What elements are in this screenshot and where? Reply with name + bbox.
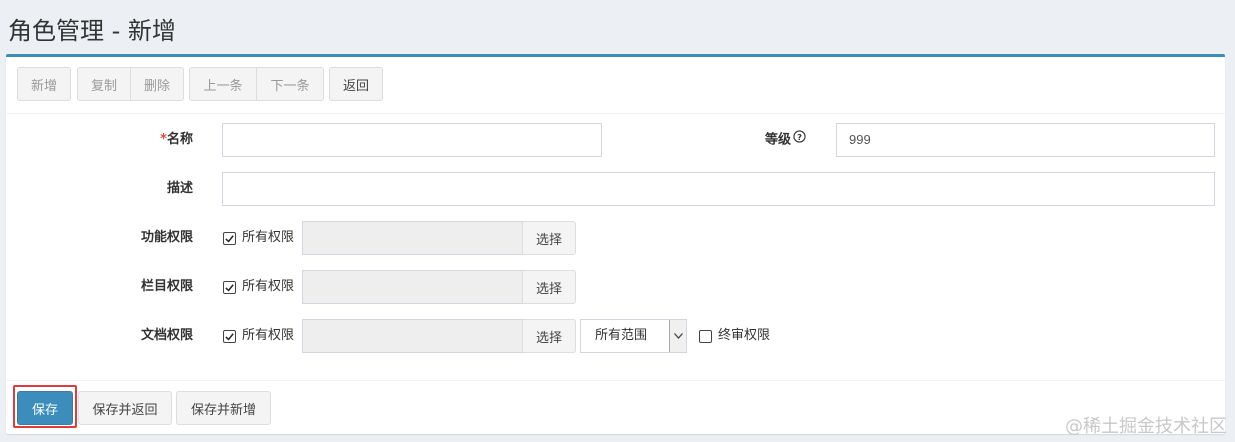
watermark: @稀土掘金技术社区: [1065, 416, 1227, 437]
final-review-label: 终审权限: [718, 328, 771, 343]
check-icon: [225, 333, 234, 341]
column-permission-label: 栏目权限: [140, 279, 193, 294]
chevron-down-icon: [669, 320, 686, 352]
column-all-permission-checkbox[interactable]: [223, 281, 236, 294]
description-label: 描述: [166, 181, 193, 196]
save-button[interactable]: 保存: [17, 391, 73, 425]
save-and-new-button[interactable]: 保存并新增: [176, 391, 271, 425]
function-all-permission-label: 所有权限: [242, 230, 295, 245]
page-title: 角色管理 - 新增: [8, 17, 176, 45]
new-button[interactable]: 新增: [17, 67, 71, 101]
document-all-permission-label: 所有权限: [242, 328, 295, 343]
document-all-permission-checkbox[interactable]: [223, 330, 236, 343]
delete-button[interactable]: 删除: [130, 67, 184, 101]
function-permission-input[interactable]: [302, 221, 523, 255]
name-label: *名称: [106, 123, 193, 157]
column-permission-input[interactable]: [302, 270, 523, 304]
column-permission-select-button[interactable]: 选择: [522, 270, 576, 304]
question-circle-icon: ?: [793, 123, 806, 157]
document-scope-selected: 所有范围: [595, 328, 648, 343]
save-and-back-button[interactable]: 保存并返回: [78, 391, 172, 425]
description-input[interactable]: [222, 172, 1215, 206]
document-scope-select[interactable]: 所有范围: [580, 319, 687, 353]
level-input[interactable]: 999: [836, 123, 1215, 157]
toolbar: 新增 复制 删除 上一条 下一条 返回: [6, 57, 1225, 114]
document-permission-select-button[interactable]: 选择: [522, 319, 576, 353]
form-panel: 新增 复制 删除 上一条 下一条 返回 *名称 等级 ? 999 描述 功能权限…: [6, 54, 1225, 434]
back-button[interactable]: 返回: [329, 67, 383, 101]
check-icon: [225, 235, 234, 243]
required-mark: *: [160, 132, 167, 147]
function-permission-label: 功能权限: [140, 230, 193, 245]
document-permission-label: 文档权限: [140, 328, 193, 343]
function-permission-select-button[interactable]: 选择: [522, 221, 576, 255]
column-all-permission-label: 所有权限: [242, 279, 295, 294]
level-label-text: 等级: [764, 132, 791, 148]
prev-record-button[interactable]: 上一条: [189, 67, 257, 101]
next-record-button[interactable]: 下一条: [256, 67, 324, 101]
function-all-permission-checkbox[interactable]: [223, 232, 236, 245]
name-input[interactable]: [222, 123, 602, 157]
level-label: 等级 ?: [726, 123, 806, 157]
document-permission-input[interactable]: [302, 319, 523, 353]
check-icon: [225, 284, 234, 292]
name-label-text: 名称: [166, 132, 193, 147]
final-review-checkbox[interactable]: [699, 330, 712, 343]
copy-button[interactable]: 复制: [77, 67, 131, 101]
svg-text:?: ?: [797, 132, 802, 142]
